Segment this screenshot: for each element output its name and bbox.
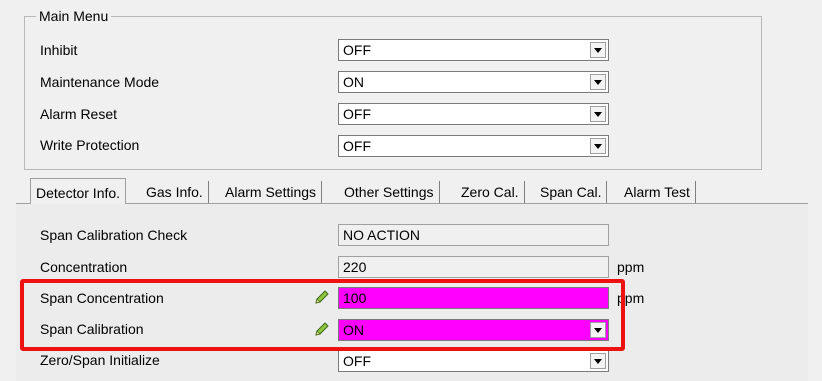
concentration-value: 220 [343, 259, 367, 275]
zero-span-initialize-value: OFF [343, 353, 371, 369]
highlight-box [20, 279, 625, 351]
main-menu-title: Main Menu [36, 7, 112, 25]
zero-span-initialize-select[interactable]: OFF [338, 350, 609, 372]
tab-gas-info[interactable]: Gas Info. [141, 181, 209, 203]
chevron-down-icon[interactable] [590, 353, 606, 369]
maintenance-mode-label: Maintenance Mode [40, 74, 160, 90]
tab-strip-divider [16, 203, 808, 204]
write-protection-value: OFF [343, 138, 371, 154]
write-protection-label: Write Protection [40, 137, 140, 153]
concentration-label: Concentration [40, 259, 128, 275]
chevron-down-icon[interactable] [590, 106, 606, 122]
alarm-reset-label: Alarm Reset [40, 106, 118, 122]
tab-alarm-settings[interactable]: Alarm Settings [220, 181, 323, 203]
tab-alarm-test[interactable]: Alarm Test [619, 181, 696, 203]
inhibit-label: Inhibit [40, 42, 78, 58]
maintenance-mode-select[interactable]: ON [338, 71, 609, 93]
concentration-unit: ppm [617, 259, 645, 275]
tab-zero-cal[interactable]: Zero Cal. [456, 181, 525, 203]
chevron-down-icon[interactable] [590, 138, 606, 154]
maintenance-mode-value: ON [343, 74, 364, 90]
concentration-field: 220 [338, 256, 609, 278]
alarm-reset-select[interactable]: OFF [338, 103, 609, 125]
span-calibration-check-value: NO ACTION [343, 227, 421, 243]
zero-span-initialize-label: Zero/Span Initialize [40, 352, 160, 368]
chevron-down-icon[interactable] [590, 74, 606, 90]
write-protection-select[interactable]: OFF [338, 135, 609, 157]
tab-span-cal[interactable]: Span Cal. [535, 181, 608, 203]
span-calibration-check-field: NO ACTION [338, 224, 609, 246]
tab-other-settings[interactable]: Other Settings [339, 181, 440, 203]
alarm-reset-value: OFF [343, 106, 371, 122]
inhibit-select[interactable]: OFF [338, 39, 609, 61]
tab-detector-info[interactable]: Detector Info. [30, 178, 127, 204]
chevron-down-icon[interactable] [590, 42, 606, 58]
inhibit-value: OFF [343, 42, 371, 58]
span-calibration-check-label: Span Calibration Check [40, 227, 188, 243]
